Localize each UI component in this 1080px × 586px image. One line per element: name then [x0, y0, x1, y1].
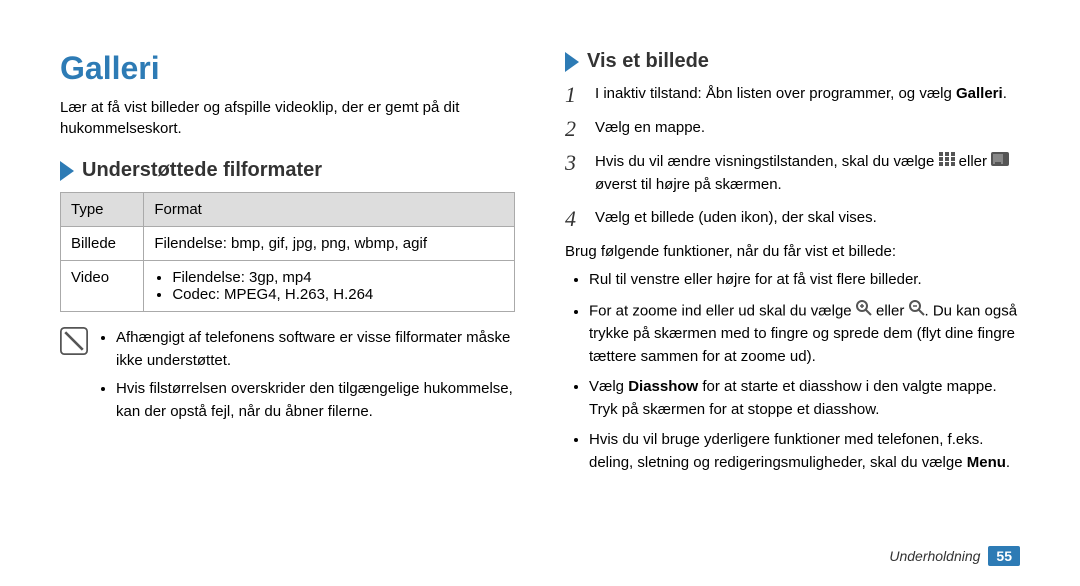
steps-list: 1 I inaktiv tilstand: Åbn listen over pro…	[565, 83, 1020, 231]
formats-table: Type Format Billede Filendelse: bmp, gif…	[60, 192, 515, 312]
chevron-right-icon	[565, 52, 579, 72]
format-item: Filendelse: 3gp, mp4	[172, 269, 504, 286]
step-number: 3	[565, 151, 585, 175]
step-body: Vælg en mappe.	[595, 117, 705, 140]
list-icon	[991, 151, 1009, 174]
zoom-out-icon	[909, 300, 925, 324]
note-list: Afhængigt af telefonens software er viss…	[98, 327, 515, 429]
page-number: 55	[988, 546, 1020, 566]
bold-text: Menu	[967, 454, 1006, 471]
table-row: Video Filendelse: 3gp, mp4 Codec: MPEG4,…	[61, 261, 515, 312]
table-row: Billede Filendelse: bmp, gif, jpg, png, …	[61, 227, 515, 261]
note-icon	[60, 327, 88, 355]
feature-item: Vælg Diasshow for at starte et diasshow …	[589, 376, 1020, 421]
step: 1 I inaktiv tilstand: Åbn listen over pro…	[565, 83, 1020, 107]
step: 3 Hvis du vil ændre visningstilstanden, s…	[565, 151, 1020, 196]
step-body: I inaktiv tilstand: Åbn listen over prog…	[595, 83, 1007, 106]
subhead-formats-label: Understøttede filformater	[82, 159, 322, 182]
cell-format: Filendelse: 3gp, mp4 Codec: MPEG4, H.263…	[144, 261, 515, 312]
grid-icon	[939, 151, 955, 174]
intro-text: Lær at få vist billeder og afspille vide…	[60, 97, 515, 139]
page-title: Galleri	[60, 50, 515, 87]
footer-section-label: Underholdning	[889, 548, 980, 564]
table-header-type: Type	[61, 193, 144, 227]
subhead-view-label: Vis et billede	[587, 50, 709, 73]
subhead-view-image: Vis et billede	[565, 50, 1020, 73]
cell-format: Filendelse: bmp, gif, jpg, png, wbmp, ag…	[144, 227, 515, 261]
feature-item: For at zoome ind eller ud skal du vælge …	[589, 300, 1020, 369]
step-number: 1	[565, 83, 585, 107]
step-number: 2	[565, 117, 585, 141]
subhead-supported-formats: Understøttede filformater	[60, 159, 515, 182]
step-number: 4	[565, 207, 585, 231]
bold-text: Diasshow	[628, 378, 698, 395]
feature-item: Hvis du vil bruge yderligere funktioner …	[589, 429, 1020, 474]
step: 2 Vælg en mappe.	[565, 117, 1020, 141]
feature-item: Rul til venstre eller højre for at få vi…	[589, 269, 1020, 292]
chevron-right-icon	[60, 161, 74, 181]
step-body: Hvis du vil ændre visningstilstanden, sk…	[595, 151, 1020, 196]
cell-type: Billede	[61, 227, 144, 261]
footer: Underholdning 55	[889, 546, 1020, 566]
note-item: Afhængigt af telefonens software er viss…	[116, 327, 515, 372]
note-item: Hvis filstørrelsen overskrider den tilgæ…	[116, 378, 515, 423]
step-body: Vælg et billede (uden ikon), der skal vi…	[595, 207, 877, 230]
format-item: Codec: MPEG4, H.263, H.264	[172, 286, 504, 303]
zoom-in-icon	[856, 300, 872, 324]
post-steps-text: Brug følgende funktioner, når du får vis…	[565, 241, 1020, 264]
feature-list: Rul til venstre eller højre for at få vi…	[565, 269, 1020, 474]
bold-text: Galleri	[956, 85, 1003, 102]
cell-type: Video	[61, 261, 144, 312]
step: 4 Vælg et billede (uden ikon), der skal v…	[565, 207, 1020, 231]
table-header-format: Format	[144, 193, 515, 227]
